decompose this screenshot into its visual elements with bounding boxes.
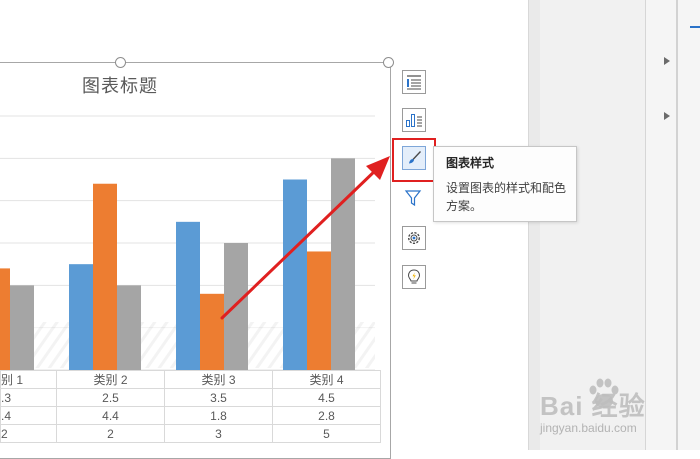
- bar-series-2-category-3[interactable]: [200, 293, 224, 370]
- watermark-brand: Bai 经验: [540, 391, 646, 421]
- tooltip-description: 设置图表的样式和配色方案。: [446, 181, 567, 213]
- table-cell: 4.5: [272, 388, 381, 407]
- watermark: Bai 经验 jingyan.baidu.com: [538, 374, 698, 444]
- table-cell: .3: [0, 388, 57, 407]
- tooltip-title: 图表样式: [446, 156, 495, 170]
- table-cell: 2.8: [272, 406, 381, 425]
- table-header-cell: 类别 2: [56, 370, 165, 389]
- bar-series-3-category-1[interactable]: [10, 285, 34, 370]
- settings-icon: [407, 231, 421, 245]
- quick-layout-button[interactable]: [402, 108, 426, 132]
- bar-series-2-category-2[interactable]: [93, 183, 117, 370]
- table-cell: 2: [0, 424, 57, 443]
- table-cell: .4: [0, 406, 57, 425]
- bar-series-3-category-2[interactable]: [117, 285, 141, 370]
- panel-tab[interactable]: [690, 8, 700, 28]
- chart-plot-area: [0, 115, 375, 371]
- bar-series-3-category-4[interactable]: [331, 158, 355, 370]
- table-cell: 3: [164, 424, 273, 443]
- chart-filter-button[interactable]: [402, 187, 426, 211]
- chart-elements-button[interactable]: [402, 70, 426, 94]
- highlight-box: [392, 138, 436, 182]
- watermark-url: jingyan.baidu.com: [540, 421, 637, 435]
- bar-series-3-category-3[interactable]: [224, 243, 248, 370]
- table-cell: 3.5: [164, 388, 273, 407]
- chart-data-table: 别 1 类别 2 类别 3 类别 4.3 2.5 3.5 4.5.4 4.4 1.8 2.8 2 2 3…: [0, 370, 381, 443]
- table-cell: 5: [272, 424, 381, 443]
- bar-series-1-category-4[interactable]: [283, 179, 307, 371]
- bar-series-1-category-2[interactable]: [69, 264, 93, 370]
- lightbulb-icon: [407, 269, 421, 284]
- chart-ideas-button[interactable]: [402, 265, 426, 289]
- expand-arrow-icon[interactable]: [664, 112, 670, 120]
- quick-layout-icon: [406, 114, 422, 127]
- table-row: .3 2.5 3.5 4.5: [0, 388, 381, 407]
- table-header-cell: 别 1: [0, 370, 57, 389]
- filter-icon: [404, 190, 422, 207]
- bar-series-2-category-1[interactable]: [0, 268, 10, 370]
- table-cell: 2: [56, 424, 165, 443]
- table-row: .4 4.4 1.8 2.8: [0, 406, 381, 425]
- table-row: 2235: [0, 424, 381, 443]
- bar-series-1-category-3[interactable]: [176, 221, 200, 370]
- chart-settings-button[interactable]: [402, 226, 426, 250]
- table-row: 别 1 类别 2 类别 3 类别 4: [0, 370, 381, 389]
- bar-series-2-category-4[interactable]: [307, 251, 331, 370]
- table-header-cell: 类别 3: [164, 370, 273, 389]
- chart-elements-icon: [407, 75, 421, 90]
- table-cell: 4.4: [56, 406, 165, 425]
- expand-arrow-icon[interactable]: [664, 57, 670, 65]
- table-cell: 2.5: [56, 388, 165, 407]
- table-header-cell: 类别 4: [272, 370, 381, 389]
- tooltip: 图表样式 设置图表的样式和配色方案。: [433, 146, 577, 222]
- table-cell: 1.8: [164, 406, 273, 425]
